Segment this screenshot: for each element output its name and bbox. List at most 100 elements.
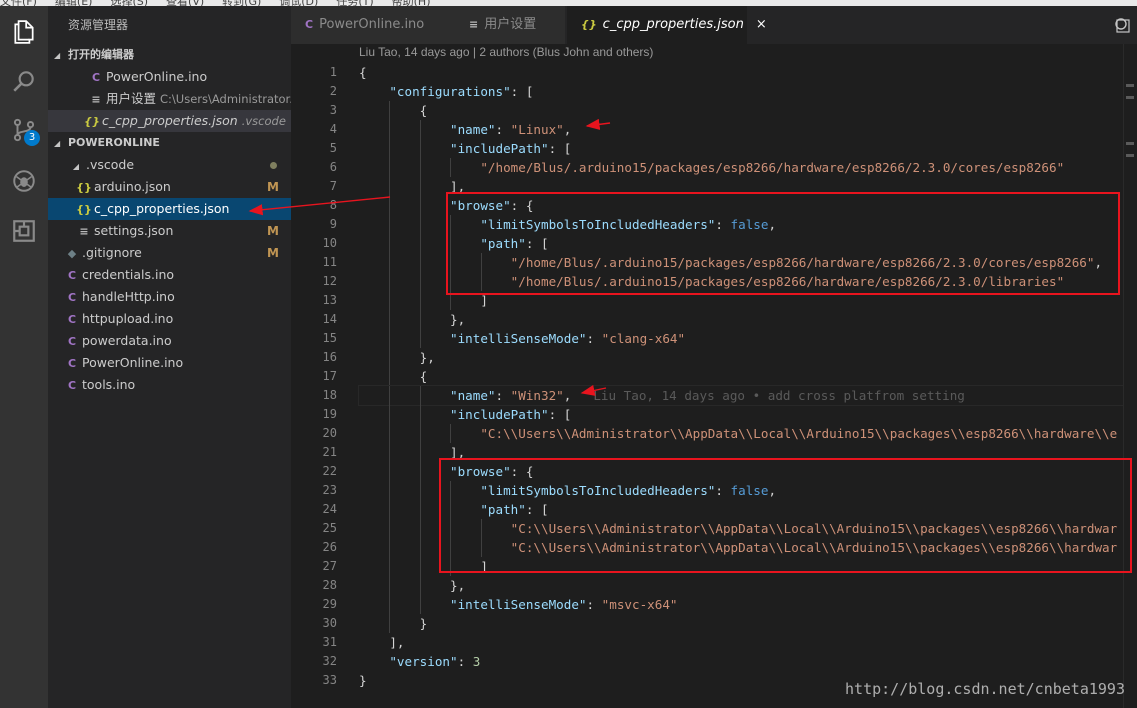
menu-item[interactable]: 任务(T) bbox=[336, 0, 373, 6]
menu-item[interactable]: 选择(S) bbox=[110, 0, 148, 6]
file-settings-json[interactable]: ≡ settings.json M bbox=[48, 220, 291, 242]
project-header[interactable]: ◢ POWERONLINE bbox=[48, 132, 291, 154]
file-arduino-json[interactable]: {} arduino.json M bbox=[48, 176, 291, 198]
indent-guide bbox=[389, 291, 391, 310]
code-editor[interactable]: Liu Tao, 14 days ago | 2 authors (Blus J… bbox=[291, 44, 1137, 708]
extensions-icon[interactable] bbox=[0, 211, 48, 251]
file-label: .gitignore bbox=[82, 245, 142, 260]
code-line[interactable]: { bbox=[359, 101, 1137, 120]
sidebar-title: 资源管理器 bbox=[68, 18, 129, 32]
indent-guide bbox=[419, 329, 421, 348]
indent-guide bbox=[389, 215, 391, 234]
open-editor-item[interactable]: ≡ 用户设置 C:\Users\Administrator... bbox=[48, 88, 291, 110]
json-punctuation: { bbox=[359, 65, 367, 80]
json-punctuation: } bbox=[359, 673, 367, 688]
activity-bar: 3 bbox=[0, 6, 48, 708]
code-line[interactable]: "C:\\Users\\Administrator\\AppData\\Loca… bbox=[359, 424, 1137, 443]
indent-guide bbox=[389, 367, 391, 386]
git-codelens[interactable]: Liu Tao, 14 days ago | 2 authors (Blus J… bbox=[359, 45, 653, 59]
json-punctuation: : bbox=[495, 122, 511, 137]
close-icon[interactable]: × bbox=[756, 17, 767, 32]
open-editors-header[interactable]: ◢ 打开的编辑器 bbox=[48, 44, 291, 66]
code-line[interactable]: }, bbox=[359, 310, 1137, 329]
json-string: "clang-x64" bbox=[601, 331, 686, 346]
code-line[interactable]: "name": "Win32", Liu Tao, 14 days ago • a… bbox=[358, 385, 1137, 406]
menu-item[interactable]: 调试(D) bbox=[279, 0, 318, 6]
line-number: 12 bbox=[322, 274, 337, 288]
code-line[interactable]: "includePath": [ bbox=[359, 139, 1137, 158]
open-editors-label: 打开的编辑器 bbox=[68, 48, 134, 61]
line-number: 26 bbox=[322, 540, 337, 554]
json-punctuation: }, bbox=[450, 578, 466, 593]
json-punctuation: }, bbox=[450, 312, 466, 327]
code-line[interactable]: "name": "Linux", bbox=[359, 120, 1137, 139]
code-lines[interactable]: { "configurations": [ { "name": "Linux",… bbox=[358, 63, 1137, 690]
folder-vscode[interactable]: ◢ .vscode bbox=[48, 154, 291, 176]
code-line[interactable]: "intelliSenseMode": "msvc-x64" bbox=[359, 595, 1137, 614]
open-editor-item-active[interactable]: {} c_cpp_properties.json .vscode bbox=[48, 110, 291, 132]
code-line[interactable]: ], bbox=[359, 633, 1137, 652]
open-editor-path: C:\Users\Administrator... bbox=[160, 92, 291, 106]
code-line[interactable]: "/home/Blus/.arduino15/packages/esp8266/… bbox=[359, 158, 1137, 177]
file-label: c_cpp_properties.json bbox=[94, 201, 230, 216]
code-line[interactable]: "intelliSenseMode": "clang-x64" bbox=[359, 329, 1137, 348]
open-editor-label: PowerOnline.ino bbox=[106, 69, 208, 84]
ino-file-icon: C bbox=[67, 269, 77, 282]
code-line[interactable]: { bbox=[359, 63, 1137, 82]
indent-guide bbox=[419, 462, 421, 481]
tab-poweronline-ino[interactable]: C PowerOnline.ino bbox=[291, 6, 455, 44]
menu-item[interactable]: 查看(V) bbox=[166, 0, 204, 6]
json-punctuation: } bbox=[419, 616, 428, 631]
json-punctuation: ] bbox=[480, 293, 488, 308]
code-line[interactable]: }, bbox=[359, 576, 1137, 595]
indent-guide bbox=[450, 424, 452, 443]
line-number: 28 bbox=[322, 578, 337, 592]
line-number: 6 bbox=[329, 160, 337, 174]
code-line[interactable]: } bbox=[359, 614, 1137, 633]
line-number: 13 bbox=[322, 293, 337, 307]
git-status-badge: M bbox=[267, 246, 279, 260]
menu-item[interactable]: 编辑(E) bbox=[55, 0, 93, 6]
line-number: 8 bbox=[329, 198, 337, 212]
open-editor-label: 用户设置 bbox=[106, 91, 157, 106]
file-powerdata-ino[interactable]: Cpowerdata.ino bbox=[48, 330, 291, 352]
source-control-icon[interactable]: 3 bbox=[0, 110, 48, 150]
json-key: "includePath" bbox=[450, 141, 549, 156]
indent-guide bbox=[419, 139, 421, 158]
menu-item[interactable]: 帮助(H) bbox=[392, 0, 431, 6]
annotation-box-win32-browse bbox=[439, 458, 1132, 573]
debug-icon[interactable] bbox=[0, 161, 48, 201]
tab-label: c_cpp_properties.json bbox=[602, 17, 744, 32]
json-punctuation: : [ bbox=[510, 84, 534, 99]
file-tools-ino[interactable]: Ctools.ino bbox=[48, 374, 291, 396]
open-editor-item[interactable]: C PowerOnline.ino bbox=[48, 66, 291, 88]
file-httpupload-ino[interactable]: Chttpupload.ino bbox=[48, 308, 291, 330]
line-number: 27 bbox=[322, 559, 337, 573]
indent-guide bbox=[419, 424, 421, 443]
code-line[interactable]: "version": 3 bbox=[359, 652, 1137, 671]
open-changes-icon[interactable] bbox=[1113, 16, 1131, 34]
file-handlehttp-ino[interactable]: ChandleHttp.ino bbox=[48, 286, 291, 308]
tab-user-settings[interactable]: ≡ 用户设置 bbox=[455, 6, 565, 44]
indent-guide bbox=[389, 538, 391, 557]
line-number: 19 bbox=[322, 407, 337, 421]
tab-c-cpp-properties-json[interactable]: {} c_cpp_properties.json × bbox=[567, 6, 767, 44]
code-line[interactable]: "includePath": [ bbox=[359, 405, 1137, 424]
code-line[interactable]: { bbox=[359, 367, 1137, 386]
menu-item[interactable]: 转到(G) bbox=[222, 0, 261, 6]
tab-label: PowerOnline.ino bbox=[319, 17, 425, 32]
code-line[interactable]: }, bbox=[359, 348, 1137, 367]
code-line[interactable]: "configurations": [ bbox=[359, 82, 1137, 101]
file-gitignore[interactable]: ◆ .gitignore M bbox=[48, 242, 291, 264]
menu-item[interactable]: 文件(F) bbox=[0, 0, 37, 6]
file-poweronline-ino[interactable]: C PowerOnline.ino bbox=[48, 352, 291, 374]
search-icon[interactable] bbox=[0, 61, 48, 101]
explorer-icon[interactable] bbox=[0, 12, 48, 52]
json-punctuation: { bbox=[419, 103, 428, 118]
line-number: 24 bbox=[322, 502, 337, 516]
file-c-cpp-properties-json[interactable]: {} c_cpp_properties.json bbox=[48, 198, 291, 220]
file-credentials-ino[interactable]: Ccredentials.ino bbox=[48, 264, 291, 286]
indent-guide bbox=[389, 462, 391, 481]
editor-scrollbar[interactable] bbox=[1123, 44, 1137, 708]
line-number: 21 bbox=[322, 445, 337, 459]
